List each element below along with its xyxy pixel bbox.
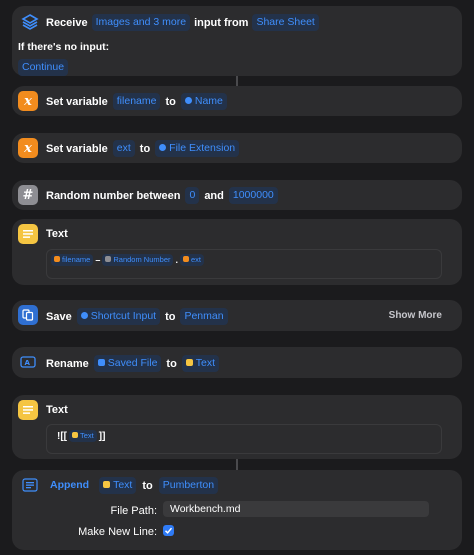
variable-name-token[interactable]: filename <box>112 93 161 110</box>
dot-separator: . <box>175 255 178 265</box>
variable-x-icon: x <box>18 138 38 158</box>
file-extension-text: File Extension <box>169 142 236 154</box>
append-destination-token[interactable]: Pumberton <box>158 477 219 494</box>
hash-icon: # <box>18 185 38 205</box>
text-token[interactable]: Text <box>69 430 97 442</box>
text-icon <box>185 359 193 366</box>
to-text: to <box>142 479 153 492</box>
append-icon <box>20 475 40 495</box>
input-types-token[interactable]: Images and 3 more <box>91 14 191 31</box>
filename-token[interactable]: filename <box>51 254 94 266</box>
text-lines-icon <box>18 224 38 244</box>
text-token-text: Text <box>113 479 133 491</box>
filename-token-text: filename <box>62 255 91 264</box>
text-content-field[interactable]: ![[ Text ]] <box>46 424 442 454</box>
variable-name-token[interactable]: ext <box>112 140 135 157</box>
receive-label: Receive <box>46 16 88 29</box>
magic-variable-icon <box>184 97 192 104</box>
save-destination-token[interactable]: Penman <box>180 308 228 325</box>
continue-token[interactable]: Continue <box>18 59 69 76</box>
input-source-token[interactable]: Share Sheet <box>252 14 319 31</box>
variable-icon <box>183 256 189 262</box>
shortcut-input-token[interactable]: Shortcut Input <box>76 308 161 325</box>
rename-icon: A <box>18 352 38 372</box>
svg-text:A: A <box>25 359 31 367</box>
receive-action-card[interactable]: Receive Images and 3 more input from Sha… <box>12 6 462 76</box>
text-token-text: Text <box>80 431 94 440</box>
input-from-text: input from <box>194 16 249 29</box>
make-new-line-label: Make New Line: <box>78 526 157 538</box>
wikilink-open: ![[ <box>57 430 67 442</box>
rename-action-card[interactable]: A Rename Saved File to Text <box>12 347 462 378</box>
variable-icon <box>54 256 60 262</box>
hash-icon <box>105 256 112 262</box>
set-variable-label: Set variable <box>46 142 108 155</box>
text-action-card[interactable]: Text filename – Random Number . ext <box>12 219 462 285</box>
random-number-token[interactable]: Random Number <box>102 254 174 266</box>
text-content-field[interactable]: filename – Random Number . ext <box>46 249 442 279</box>
to-text: to <box>165 95 176 108</box>
wikilink-close: ]] <box>98 430 106 442</box>
make-new-line-checkbox[interactable] <box>163 525 174 536</box>
magic-variable-icon <box>159 144 167 151</box>
saved-file-token[interactable]: Saved File <box>93 355 162 372</box>
text-icon <box>72 432 78 438</box>
append-token[interactable]: Append <box>46 477 93 494</box>
saved-file-text: Saved File <box>107 357 158 369</box>
variable-x-icon: x <box>18 91 38 111</box>
shortcuts-stack-icon <box>20 12 40 32</box>
file-path-value: Workbench.md <box>170 503 241 515</box>
set-variable-label: Set variable <box>46 95 108 108</box>
text-token-text: Text <box>195 357 216 369</box>
random-max-token[interactable]: 1000000 <box>228 187 278 204</box>
to-text: to <box>139 142 151 155</box>
name-value-token[interactable]: Name <box>180 93 227 110</box>
checkmark-icon <box>164 527 173 534</box>
to-text: to <box>165 310 176 323</box>
append-action-card[interactable]: Append Text to Pumberton File Path: Work… <box>12 470 462 550</box>
show-more-button[interactable]: Show More <box>389 310 442 321</box>
text-label: Text <box>46 404 68 416</box>
to-text: to <box>166 357 177 370</box>
file-extension-token[interactable]: File Extension <box>155 140 240 157</box>
save-label: Save <box>46 310 72 323</box>
no-input-label: If there's no input: <box>18 41 110 53</box>
text-lines-icon <box>18 400 38 420</box>
file-path-field[interactable]: Workbench.md <box>163 501 429 517</box>
random-label: Random number between <box>46 189 181 202</box>
random-number-token-text: Random Number <box>113 255 171 264</box>
set-variable-action-card[interactable]: x Set variable ext to File Extension <box>12 133 462 163</box>
text-icon <box>103 481 111 488</box>
ext-token-text: ext <box>191 255 202 264</box>
documents-icon <box>18 305 38 325</box>
dash-separator: – <box>95 255 101 265</box>
random-min-token[interactable]: 0 <box>185 187 200 204</box>
flow-connector <box>236 76 238 86</box>
file-icon <box>97 359 105 366</box>
text-token[interactable]: Text <box>181 355 220 372</box>
save-action-card[interactable]: Save Shortcut Input to Penman Show More <box>12 300 462 331</box>
text-label: Text <box>46 228 68 240</box>
file-path-label: File Path: <box>110 505 157 517</box>
text-token[interactable]: Text <box>99 477 137 494</box>
shortcut-input-text: Shortcut Input <box>90 310 157 322</box>
and-text: and <box>204 189 224 202</box>
magic-variable-icon <box>80 312 88 319</box>
ext-token[interactable]: ext <box>180 254 205 266</box>
random-number-action-card[interactable]: # Random number between 0 and 1000000 <box>12 180 462 210</box>
set-variable-action-card[interactable]: x Set variable filename to Name <box>12 86 462 116</box>
name-value-text: Name <box>194 95 223 107</box>
text-action-card[interactable]: Text ![[ Text ]] <box>12 395 462 459</box>
rename-label: Rename <box>46 357 89 370</box>
